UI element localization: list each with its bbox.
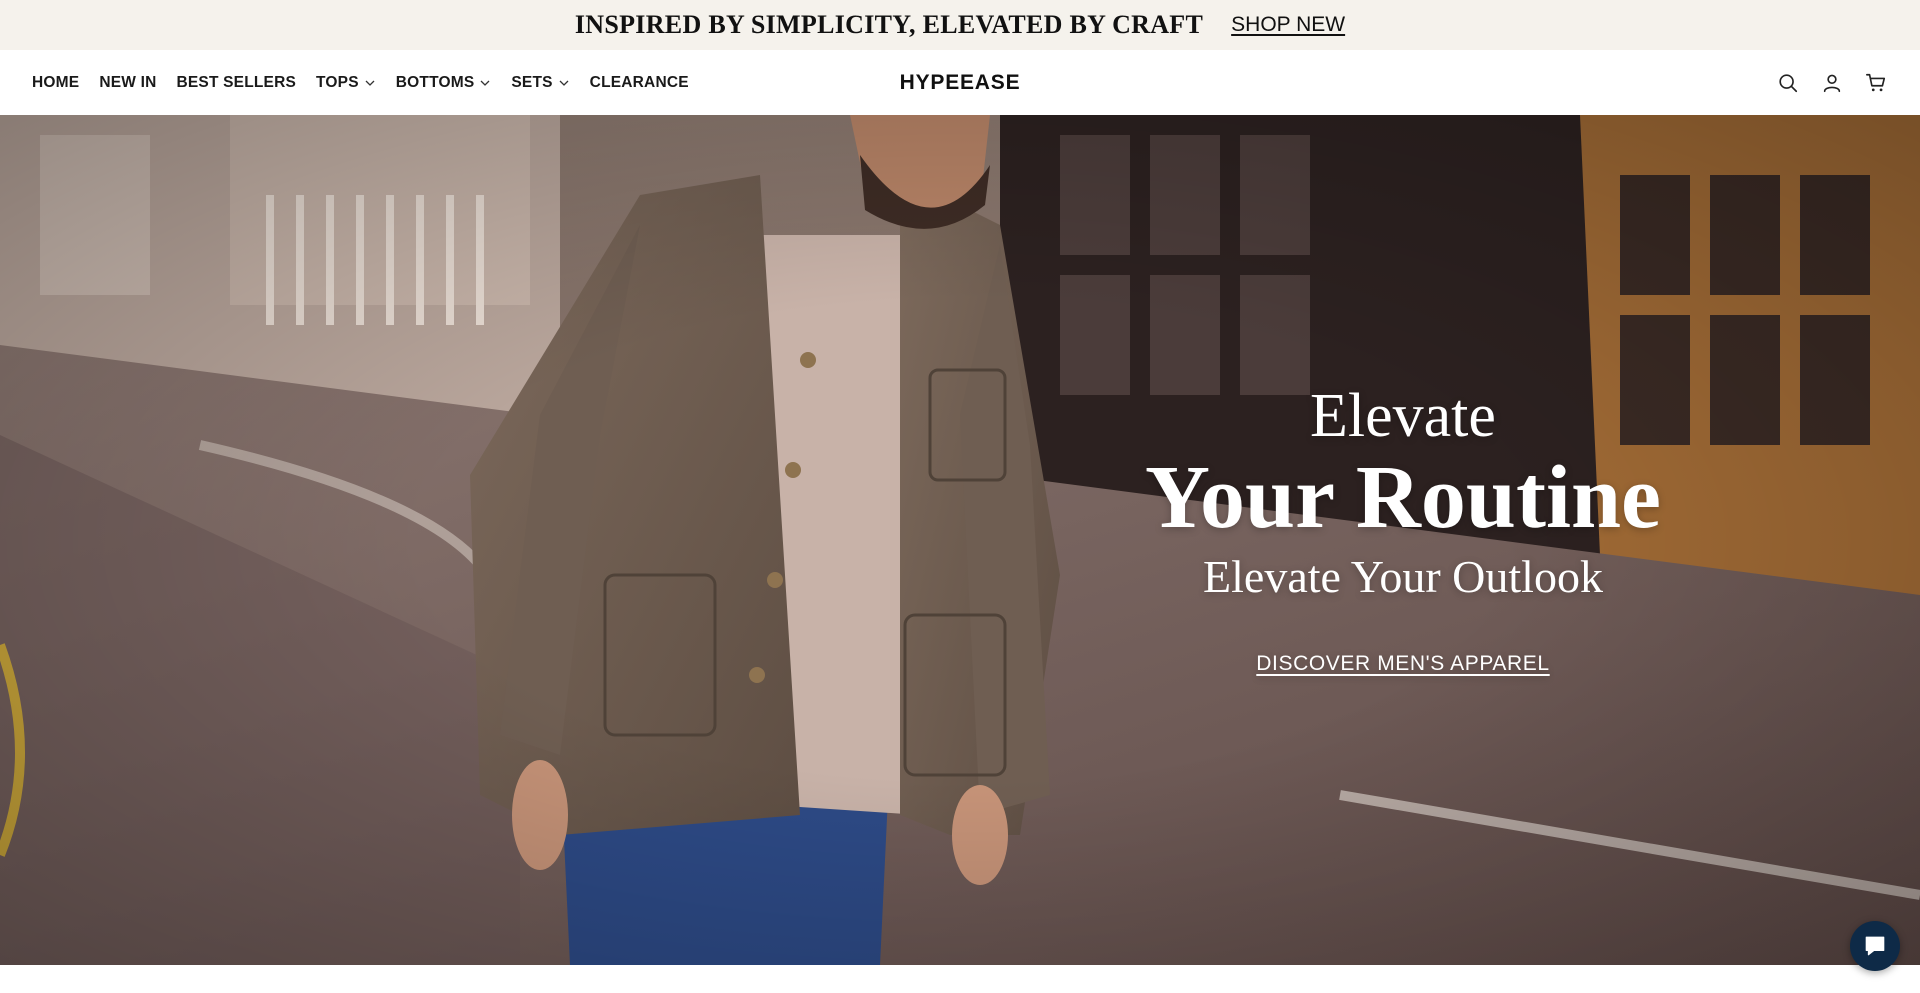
cart-icon[interactable] (1864, 71, 1888, 95)
discover-mens-apparel-link[interactable]: DISCOVER MEN'S APPAREL (1256, 652, 1549, 676)
hero-headline: Your Routine (1145, 448, 1661, 547)
shop-new-link[interactable]: SHOP NEW (1231, 13, 1345, 37)
nav-item-label: BOTTOMS (395, 73, 475, 91)
nav-item-sets[interactable]: SETS (511, 74, 569, 92)
announcement-text: INSPIRED BY SIMPLICITY, ELEVATED BY CRAF… (574, 10, 1204, 39)
nav-item-label: SETS (511, 73, 553, 91)
chevron-down-icon (559, 80, 569, 86)
account-icon[interactable] (1820, 71, 1844, 95)
brand-logo[interactable]: HYPEEASE (900, 71, 1021, 95)
chat-launcher-button[interactable] (1850, 921, 1900, 971)
announcement-bar: INSPIRED BY SIMPLICITY, ELEVATED BY CRAF… (0, 0, 1920, 50)
nav-item-label: BEST SELLERS (176, 73, 297, 91)
chevron-down-icon (365, 80, 375, 86)
chat-icon (1865, 936, 1885, 956)
main-nav: HOME NEW IN BEST SELLERS TOPS BOTTOMS SE… (32, 50, 689, 115)
hero-eyebrow: Elevate (1310, 382, 1496, 450)
header-actions (1776, 50, 1888, 115)
nav-item-tops[interactable]: TOPS (316, 74, 376, 92)
site-header: HOME NEW IN BEST SELLERS TOPS BOTTOMS SE… (0, 50, 1920, 115)
hero-banner: Elevate Your Routine Elevate Your Outloo… (0, 115, 1920, 965)
hero-copy: Elevate Your Routine Elevate Your Outloo… (1103, 385, 1703, 676)
nav-item-label: NEW IN (99, 73, 157, 91)
nav-item-home[interactable]: HOME (32, 74, 79, 92)
page-bottom-strip (0, 965, 1920, 993)
nav-item-label: TOPS (316, 73, 359, 91)
nav-item-best-sellers[interactable]: BEST SELLERS (176, 74, 296, 92)
nav-item-label: HOME (32, 73, 80, 91)
chevron-down-icon (480, 80, 490, 86)
nav-item-clearance[interactable]: CLEARANCE (590, 74, 689, 92)
search-icon[interactable] (1776, 71, 1800, 95)
nav-item-label: CLEARANCE (589, 73, 689, 91)
nav-item-bottoms[interactable]: BOTTOMS (396, 74, 492, 92)
hero-subheadline: Elevate Your Outlook (1203, 550, 1603, 602)
nav-item-new-in[interactable]: NEW IN (99, 74, 156, 92)
